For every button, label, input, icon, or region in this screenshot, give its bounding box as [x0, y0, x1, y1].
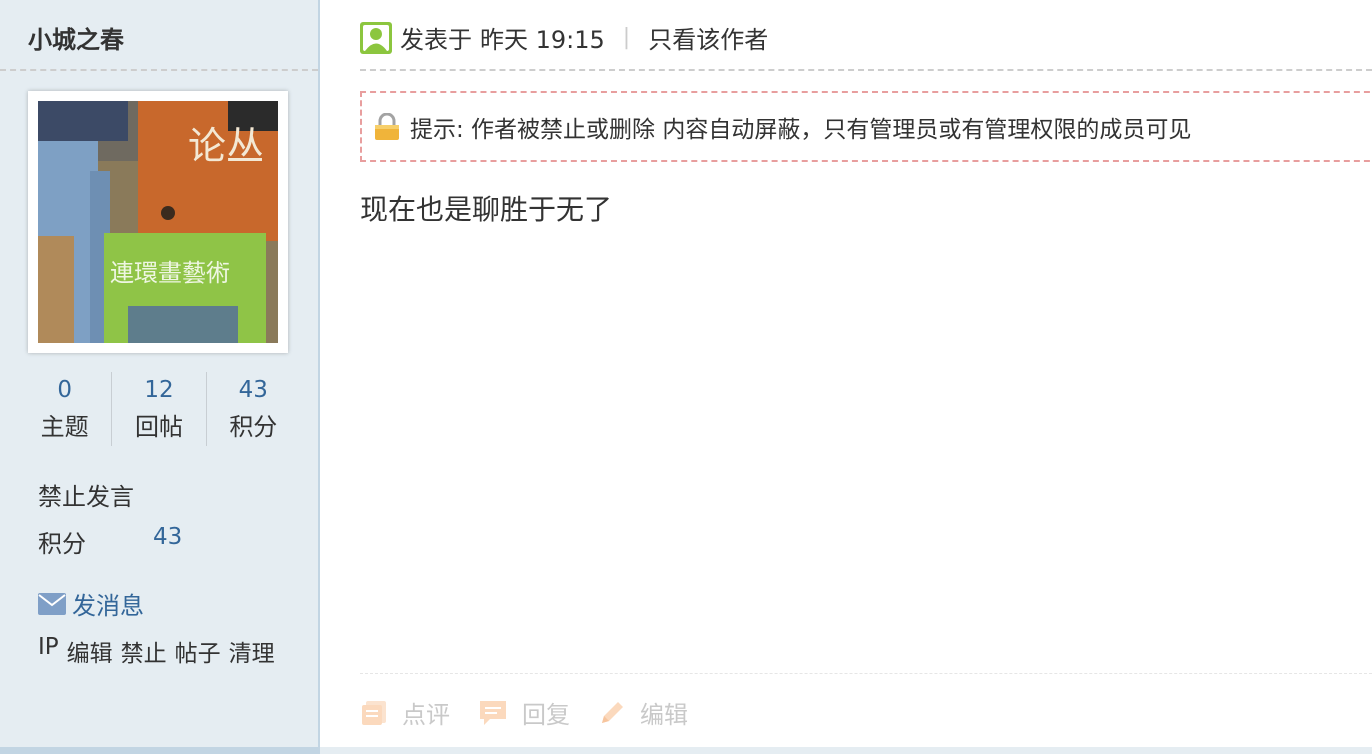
sidebar-border	[318, 0, 320, 754]
admin-link-clean[interactable]: 清理	[229, 634, 275, 668]
posted-prefix: 发表于	[400, 26, 472, 54]
sidebar-divider	[0, 69, 318, 71]
admin-link-posts[interactable]: 帖子	[175, 634, 221, 668]
user-online-icon	[360, 21, 392, 54]
edit-label: 编辑	[640, 701, 688, 729]
author-name[interactable]: 小城之春	[28, 20, 124, 55]
author-sidebar: 小城之春 论丛 連環畫藝術 0 主题 12 回帖 43 积分 禁止发言 积分 4…	[0, 0, 318, 747]
stat-points[interactable]: 43 积分	[207, 372, 300, 446]
avatar-image: 论丛 連環畫藝術	[38, 101, 278, 343]
posted-time: 昨天 19:15	[480, 26, 605, 54]
separator: |	[622, 25, 631, 50]
edit-button[interactable]: 编辑	[598, 695, 688, 730]
lock-icon	[375, 112, 399, 140]
score-label: 积分	[38, 530, 86, 558]
stat-label: 回帖	[134, 413, 183, 441]
stat-value[interactable]: 43	[207, 372, 300, 408]
post-header: 发表于 昨天 19:15 | 只看该作者	[360, 20, 768, 55]
comment-label: 点评	[402, 701, 450, 729]
comment-button[interactable]: 点评	[360, 695, 450, 730]
user-group[interactable]: 禁止发言	[38, 477, 134, 512]
send-message-link[interactable]: 发消息	[38, 586, 144, 621]
envelope-icon	[38, 592, 66, 615]
reply-icon	[480, 700, 506, 725]
notice-text: 提示: 作者被禁止或删除 内容自动屏蔽，只有管理员或有管理权限的成员可见	[410, 116, 1192, 143]
admin-links: IP 编辑 禁止 帖子 清理	[38, 634, 283, 668]
stat-value[interactable]: 12	[112, 372, 205, 408]
pencil-icon	[602, 701, 623, 723]
stat-label: 积分	[229, 413, 278, 441]
admin-link-ban[interactable]: 禁止	[121, 634, 167, 668]
actions-divider	[360, 673, 1372, 674]
bottom-bar	[0, 747, 1372, 754]
only-author-link[interactable]: 只看该作者	[648, 20, 768, 55]
reply-button[interactable]: 回复	[478, 695, 570, 730]
reply-label: 回复	[522, 701, 570, 729]
admin-link-ip[interactable]: IP	[38, 634, 59, 668]
stat-replies[interactable]: 12 回帖	[112, 372, 207, 446]
avatar[interactable]: 论丛 連環畫藝術	[28, 91, 288, 353]
blocked-notice: 提示: 作者被禁止或删除 内容自动屏蔽，只有管理员或有管理权限的成员可见	[360, 91, 1372, 162]
score-row: 积分 43	[38, 524, 182, 559]
admin-link-edit[interactable]: 编辑	[67, 634, 113, 668]
svg-text:連環畫藝術: 連環畫藝術	[110, 259, 230, 287]
post-header-divider	[360, 69, 1372, 71]
post-actions: 点评 回复 编辑	[360, 695, 716, 730]
stat-threads[interactable]: 0 主题	[18, 372, 113, 446]
send-message-label: 发消息	[72, 592, 144, 620]
author-stats: 0 主题 12 回帖 43 积分	[18, 372, 300, 446]
stat-label: 主题	[40, 413, 89, 441]
bottom-bar-sidebar-part	[0, 747, 320, 754]
score-value: 43	[153, 524, 183, 550]
post-content: 现在也是聊胜于无了	[360, 193, 613, 226]
stat-value[interactable]: 0	[18, 372, 111, 408]
svg-text:论丛: 论丛	[188, 124, 264, 168]
comment-icon	[362, 700, 386, 725]
